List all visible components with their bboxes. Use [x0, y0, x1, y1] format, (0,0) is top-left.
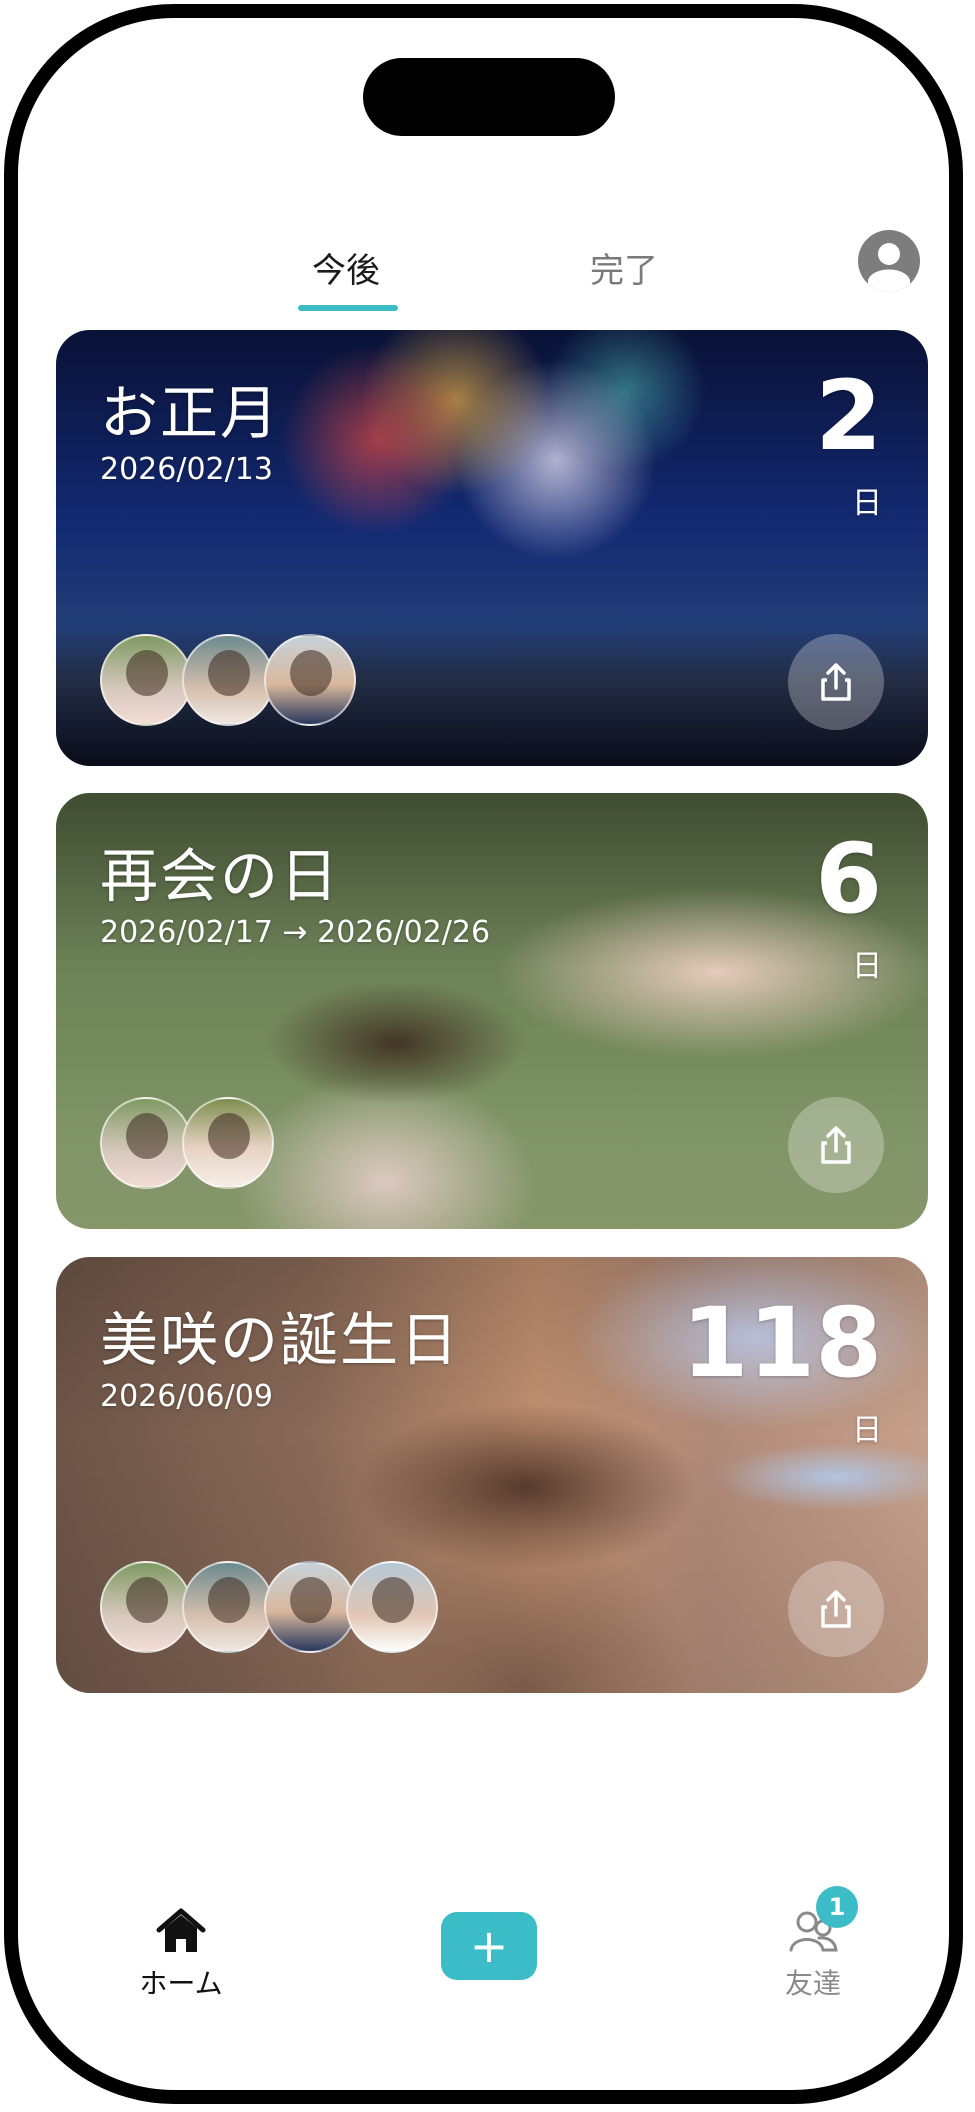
event-date: 2026/06/09	[100, 1379, 273, 1414]
share-button[interactable]	[788, 634, 884, 730]
days-count: 118	[681, 1287, 882, 1399]
avatar	[182, 1561, 274, 1653]
user-circle-icon	[868, 243, 910, 292]
active-tab-indicator	[298, 305, 398, 311]
days-count: 2	[815, 360, 882, 472]
avatar	[264, 634, 356, 726]
nav-home-label: ホーム	[139, 1967, 223, 2000]
event-title: お正月	[100, 379, 281, 447]
event-date: 2026/02/13	[100, 452, 273, 487]
nav-home[interactable]: ホーム	[126, 1908, 236, 2002]
avatar	[182, 634, 274, 726]
friends-notification-badge: 1	[816, 1886, 858, 1928]
participant-avatars	[100, 1561, 438, 1657]
dynamic-island	[363, 58, 615, 136]
event-title: 再会の日	[100, 842, 341, 910]
share-icon	[821, 663, 851, 701]
share-button[interactable]	[788, 1097, 884, 1193]
event-card-reunion[interactable]: 再会の日 2026/02/17 → 2026/02/26 6 日	[56, 793, 928, 1229]
event-card-new-year[interactable]: お正月 2026/02/13 2 日	[56, 330, 928, 766]
tab-upcoming[interactable]: 今後	[312, 243, 380, 292]
event-date: 2026/02/17 → 2026/02/26	[100, 915, 491, 950]
days-unit: 日	[852, 949, 882, 984]
nav-friends-label: 友達	[784, 1967, 841, 2000]
days-unit: 日	[852, 486, 882, 521]
share-icon	[821, 1590, 851, 1628]
share-button[interactable]	[788, 1561, 884, 1657]
days-unit: 日	[852, 1413, 882, 1448]
avatar	[100, 1097, 192, 1189]
avatar	[182, 1097, 274, 1189]
nav-friends[interactable]: 1 友達	[758, 1886, 868, 2002]
share-icon	[821, 1126, 851, 1164]
avatar	[346, 1561, 438, 1653]
avatar	[100, 634, 192, 726]
event-title: 美咲の誕生日	[100, 1306, 461, 1374]
participant-avatars	[100, 634, 356, 730]
avatar	[264, 1561, 356, 1653]
add-event-button[interactable]: +	[441, 1912, 537, 1980]
top-tabs: 今後 完了	[18, 243, 949, 323]
participant-avatars	[100, 1097, 274, 1193]
days-count: 6	[815, 823, 882, 935]
home-icon	[156, 1908, 206, 1952]
avatar	[100, 1561, 192, 1653]
phone-frame: 今後 完了 お正月 2026/02/13 2 日 再会の日 2026/02/17…	[4, 4, 963, 2104]
event-card-birthday[interactable]: 美咲の誕生日 2026/06/09 118 日	[56, 1257, 928, 1693]
tab-done[interactable]: 完了	[590, 243, 658, 292]
profile-button[interactable]	[858, 230, 920, 292]
bottom-nav: ホーム + 1 友達	[18, 1886, 949, 2028]
